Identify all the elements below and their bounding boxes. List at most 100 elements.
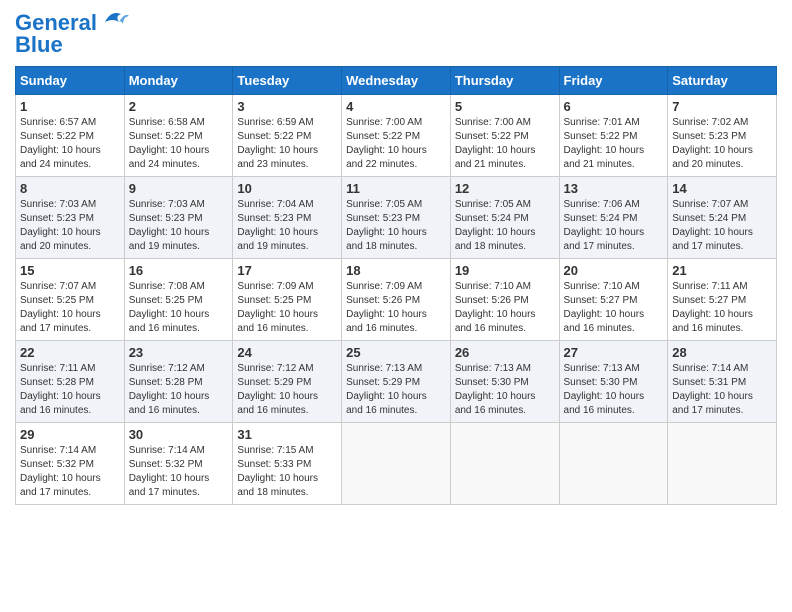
day-info: Sunrise: 7:13 AM Sunset: 5:29 PM Dayligh… xyxy=(346,362,446,418)
day-number: 11 xyxy=(346,181,446,196)
day-number: 1 xyxy=(20,99,120,114)
calendar-day-cell: 20 Sunrise: 7:10 AM Sunset: 5:27 PM Dayli… xyxy=(559,259,668,341)
calendar-day-cell: 15 Sunrise: 7:07 AM Sunset: 5:25 PM Dayli… xyxy=(16,259,125,341)
day-number: 20 xyxy=(564,263,664,278)
calendar-day-cell: 27 Sunrise: 7:13 AM Sunset: 5:30 PM Dayli… xyxy=(559,341,668,423)
calendar-day-cell: 13 Sunrise: 7:06 AM Sunset: 5:24 PM Dayli… xyxy=(559,177,668,259)
calendar-day-cell: 3 Sunrise: 6:59 AM Sunset: 5:22 PM Daylig… xyxy=(233,95,342,177)
day-info: Sunrise: 7:12 AM Sunset: 5:28 PM Dayligh… xyxy=(129,362,229,418)
calendar-day-cell: 25 Sunrise: 7:13 AM Sunset: 5:29 PM Dayli… xyxy=(342,341,451,423)
column-header-sunday: Sunday xyxy=(16,67,125,95)
day-number: 27 xyxy=(564,345,664,360)
day-number: 22 xyxy=(20,345,120,360)
day-number: 29 xyxy=(20,427,120,442)
day-info: Sunrise: 7:08 AM Sunset: 5:25 PM Dayligh… xyxy=(129,280,229,336)
day-info: Sunrise: 7:09 AM Sunset: 5:25 PM Dayligh… xyxy=(237,280,337,336)
logo-bird-icon xyxy=(101,8,129,30)
day-number: 10 xyxy=(237,181,337,196)
calendar-day-cell: 21Sunrise: 7:11 AM Sunset: 5:27 PM Dayli… xyxy=(668,259,777,341)
day-number: 24 xyxy=(237,345,337,360)
day-number: 8 xyxy=(20,181,120,196)
day-info: Sunrise: 7:05 AM Sunset: 5:24 PM Dayligh… xyxy=(455,198,555,254)
calendar-week-row: 22 Sunrise: 7:11 AM Sunset: 5:28 PM Dayli… xyxy=(16,341,777,423)
day-info: Sunrise: 7:07 AM Sunset: 5:25 PM Dayligh… xyxy=(20,280,120,336)
calendar-day-cell: 2 Sunrise: 6:58 AM Sunset: 5:22 PM Daylig… xyxy=(124,95,233,177)
calendar-table: SundayMondayTuesdayWednesdayThursdayFrid… xyxy=(15,66,777,505)
logo: General Blue xyxy=(15,10,129,58)
day-number: 31 xyxy=(237,427,337,442)
day-number: 2 xyxy=(129,99,229,114)
day-number: 21 xyxy=(672,263,772,278)
day-number: 16 xyxy=(129,263,229,278)
calendar-day-cell: 7 Sunrise: 7:02 AM Sunset: 5:23 PM Daylig… xyxy=(668,95,777,177)
calendar-day-cell: 18Sunrise: 7:09 AM Sunset: 5:26 PM Dayli… xyxy=(342,259,451,341)
day-info: Sunrise: 7:00 AM Sunset: 5:22 PM Dayligh… xyxy=(455,116,555,172)
day-number: 15 xyxy=(20,263,120,278)
page-header: General Blue xyxy=(15,10,777,58)
day-number: 23 xyxy=(129,345,229,360)
day-info: Sunrise: 7:07 AM Sunset: 5:24 PM Dayligh… xyxy=(672,198,772,254)
day-info: Sunrise: 7:09 AM Sunset: 5:26 PM Dayligh… xyxy=(346,280,446,336)
calendar-day-cell xyxy=(559,423,668,505)
day-info: Sunrise: 7:04 AM Sunset: 5:23 PM Dayligh… xyxy=(237,198,337,254)
day-info: Sunrise: 7:01 AM Sunset: 5:22 PM Dayligh… xyxy=(564,116,664,172)
day-info: Sunrise: 7:14 AM Sunset: 5:31 PM Dayligh… xyxy=(672,362,772,418)
calendar-header-row: SundayMondayTuesdayWednesdayThursdayFrid… xyxy=(16,67,777,95)
calendar-day-cell: 22 Sunrise: 7:11 AM Sunset: 5:28 PM Dayli… xyxy=(16,341,125,423)
day-info: Sunrise: 7:03 AM Sunset: 5:23 PM Dayligh… xyxy=(129,198,229,254)
day-number: 4 xyxy=(346,99,446,114)
calendar-day-cell: 11 Sunrise: 7:05 AM Sunset: 5:23 PM Dayli… xyxy=(342,177,451,259)
day-info: Sunrise: 7:03 AM Sunset: 5:23 PM Dayligh… xyxy=(20,198,120,254)
calendar-day-cell: 1 Sunrise: 6:57 AM Sunset: 5:22 PM Daylig… xyxy=(16,95,125,177)
day-info: Sunrise: 7:15 AM Sunset: 5:33 PM Dayligh… xyxy=(237,444,337,500)
calendar-day-cell: 26Sunrise: 7:13 AM Sunset: 5:30 PM Dayli… xyxy=(450,341,559,423)
calendar-day-cell xyxy=(450,423,559,505)
day-number: 3 xyxy=(237,99,337,114)
day-number: 28 xyxy=(672,345,772,360)
day-info: Sunrise: 7:00 AM Sunset: 5:22 PM Dayligh… xyxy=(346,116,446,172)
column-header-monday: Monday xyxy=(124,67,233,95)
calendar-day-cell: 23 Sunrise: 7:12 AM Sunset: 5:28 PM Dayli… xyxy=(124,341,233,423)
day-info: Sunrise: 7:05 AM Sunset: 5:23 PM Dayligh… xyxy=(346,198,446,254)
calendar-day-cell: 8 Sunrise: 7:03 AM Sunset: 5:23 PM Daylig… xyxy=(16,177,125,259)
day-number: 7 xyxy=(672,99,772,114)
calendar-day-cell xyxy=(668,423,777,505)
calendar-day-cell: 19 Sunrise: 7:10 AM Sunset: 5:26 PM Dayli… xyxy=(450,259,559,341)
calendar-day-cell: 30Sunrise: 7:14 AM Sunset: 5:32 PM Dayli… xyxy=(124,423,233,505)
calendar-day-cell: 12 Sunrise: 7:05 AM Sunset: 5:24 PM Dayli… xyxy=(450,177,559,259)
day-info: Sunrise: 7:10 AM Sunset: 5:26 PM Dayligh… xyxy=(455,280,555,336)
day-number: 12 xyxy=(455,181,555,196)
calendar-week-row: 8 Sunrise: 7:03 AM Sunset: 5:23 PM Daylig… xyxy=(16,177,777,259)
day-number: 17 xyxy=(237,263,337,278)
day-number: 19 xyxy=(455,263,555,278)
calendar-week-row: 29 Sunrise: 7:14 AM Sunset: 5:32 PM Dayli… xyxy=(16,423,777,505)
column-header-tuesday: Tuesday xyxy=(233,67,342,95)
calendar-day-cell: 16 Sunrise: 7:08 AM Sunset: 5:25 PM Dayli… xyxy=(124,259,233,341)
calendar-week-row: 1 Sunrise: 6:57 AM Sunset: 5:22 PM Daylig… xyxy=(16,95,777,177)
day-info: Sunrise: 7:13 AM Sunset: 5:30 PM Dayligh… xyxy=(564,362,664,418)
calendar-day-cell: 4 Sunrise: 7:00 AM Sunset: 5:22 PM Daylig… xyxy=(342,95,451,177)
day-number: 25 xyxy=(346,345,446,360)
day-number: 5 xyxy=(455,99,555,114)
day-info: Sunrise: 7:11 AM Sunset: 5:28 PM Dayligh… xyxy=(20,362,120,418)
calendar-day-cell: 28 Sunrise: 7:14 AM Sunset: 5:31 PM Dayli… xyxy=(668,341,777,423)
calendar-day-cell: 10 Sunrise: 7:04 AM Sunset: 5:23 PM Dayli… xyxy=(233,177,342,259)
day-info: Sunrise: 6:59 AM Sunset: 5:22 PM Dayligh… xyxy=(237,116,337,172)
day-info: Sunrise: 6:57 AM Sunset: 5:22 PM Dayligh… xyxy=(20,116,120,172)
calendar-week-row: 15 Sunrise: 7:07 AM Sunset: 5:25 PM Dayli… xyxy=(16,259,777,341)
calendar-day-cell: 9 Sunrise: 7:03 AM Sunset: 5:23 PM Daylig… xyxy=(124,177,233,259)
day-number: 9 xyxy=(129,181,229,196)
day-info: Sunrise: 7:14 AM Sunset: 5:32 PM Dayligh… xyxy=(20,444,120,500)
calendar-day-cell: 6Sunrise: 7:01 AM Sunset: 5:22 PM Daylig… xyxy=(559,95,668,177)
column-header-friday: Friday xyxy=(559,67,668,95)
day-number: 13 xyxy=(564,181,664,196)
day-number: 14 xyxy=(672,181,772,196)
column-header-wednesday: Wednesday xyxy=(342,67,451,95)
calendar-day-cell: 5 Sunrise: 7:00 AM Sunset: 5:22 PM Daylig… xyxy=(450,95,559,177)
day-info: Sunrise: 7:12 AM Sunset: 5:29 PM Dayligh… xyxy=(237,362,337,418)
day-info: Sunrise: 7:06 AM Sunset: 5:24 PM Dayligh… xyxy=(564,198,664,254)
day-info: Sunrise: 7:02 AM Sunset: 5:23 PM Dayligh… xyxy=(672,116,772,172)
day-info: Sunrise: 6:58 AM Sunset: 5:22 PM Dayligh… xyxy=(129,116,229,172)
day-number: 26 xyxy=(455,345,555,360)
day-info: Sunrise: 7:10 AM Sunset: 5:27 PM Dayligh… xyxy=(564,280,664,336)
